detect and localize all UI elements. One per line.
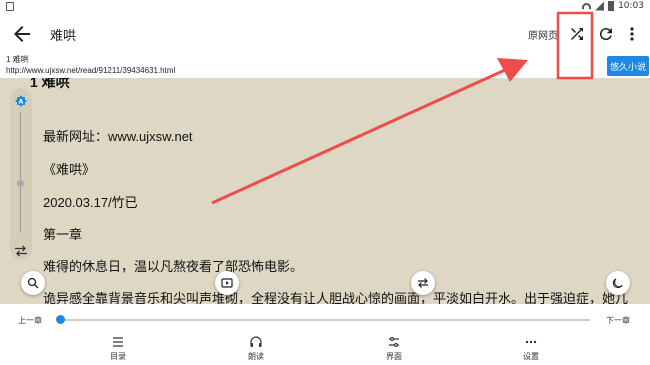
auto-page-button[interactable] xyxy=(215,271,239,295)
swap-horiz-icon xyxy=(418,278,428,288)
read-aloud-button[interactable]: 朗读 xyxy=(226,334,286,365)
swap-side-icon[interactable] xyxy=(14,242,28,257)
reader-content[interactable]: 1 难哄 最新网址：www.ujxsw.net 《难哄》 2020.03.17/… xyxy=(0,78,650,304)
status-bar: 10:03 xyxy=(0,0,650,14)
more-horiz-icon xyxy=(525,340,537,344)
progress-thumb[interactable] xyxy=(56,315,65,324)
toc-label: 目录 xyxy=(110,352,126,361)
replace-rule-button[interactable] xyxy=(411,271,435,295)
bottom-menu-bar: 目录 朗读 界面 设置 xyxy=(0,334,650,365)
brightness-thumb[interactable] xyxy=(17,180,24,187)
change-source-button[interactable] xyxy=(565,22,589,46)
paragraph: 第一章 xyxy=(43,227,83,242)
page-title: 难哄 xyxy=(50,28,77,43)
tune-icon xyxy=(389,337,399,347)
chapter-header: 1 难哄 http://www.ujxsw.net/read/91211/394… xyxy=(0,54,650,78)
search-icon xyxy=(27,277,39,289)
top-toolbar: 难哄 原网页 xyxy=(0,14,650,54)
battery-icon xyxy=(608,1,615,11)
notification-icon xyxy=(6,2,14,11)
ui-style-button[interactable]: 界面 xyxy=(364,334,424,365)
auto-page-icon xyxy=(221,278,233,288)
next-chapter-button[interactable]: 下一章 xyxy=(606,315,630,326)
paragraph: 2020.03.17/竹已 xyxy=(43,195,138,210)
more-vert-icon xyxy=(630,27,634,41)
tts-label: 朗读 xyxy=(248,352,264,361)
chapter-name: 1 难哄 xyxy=(6,55,29,64)
ui-label: 界面 xyxy=(386,352,402,361)
refresh-button[interactable] xyxy=(594,22,618,46)
refresh-icon xyxy=(599,28,612,41)
auto-brightness-icon[interactable]: A xyxy=(15,92,27,107)
brightness-track-line xyxy=(20,112,21,232)
paragraph: 难得的休息日，温以凡熬夜看了部恐怖电影。 xyxy=(43,259,304,274)
back-button[interactable] xyxy=(10,22,34,46)
shuffle-icon xyxy=(571,28,583,40)
prev-chapter-button[interactable]: 上一章 xyxy=(18,315,42,326)
svg-text:A: A xyxy=(19,98,24,105)
settings-button[interactable]: 设置 xyxy=(501,334,561,365)
moon-icon xyxy=(612,278,623,289)
paragraph: 诡异感全靠背景音乐和尖叫声堆砌，全程没有让人胆战心惊的画面，平淡如白开水。出于强… xyxy=(43,291,629,304)
settings-label: 设置 xyxy=(523,352,539,361)
book-source-button[interactable]: 悠久小说 xyxy=(607,56,649,76)
paragraph: 《难哄》 xyxy=(43,162,96,177)
back-arrow-icon xyxy=(14,26,30,42)
headphones-icon xyxy=(250,336,262,347)
chapter-progress-bar[interactable] xyxy=(60,319,590,321)
status-time: 10:03 xyxy=(618,1,644,11)
toc-button[interactable]: 目录 xyxy=(88,334,148,365)
brightness-slider[interactable] xyxy=(10,88,32,260)
wifi-icon xyxy=(582,3,592,9)
chapter-url[interactable]: http://www.ujxsw.net/read/91211/39434631… xyxy=(6,66,175,75)
menu-list-icon xyxy=(113,337,123,347)
night-mode-button[interactable] xyxy=(606,271,630,295)
origin-page-button[interactable]: 原网页 xyxy=(528,27,558,42)
paragraph: 最新网址：www.ujxsw.net xyxy=(43,129,193,144)
chapter-progress-row: 上一章 下一章 xyxy=(0,304,650,334)
signal-icon xyxy=(595,1,605,11)
status-icons: 10:03 xyxy=(582,1,644,11)
more-options-button[interactable] xyxy=(620,22,644,46)
chapter-heading: 1 难哄 xyxy=(30,78,70,90)
search-content-button[interactable] xyxy=(21,271,45,295)
